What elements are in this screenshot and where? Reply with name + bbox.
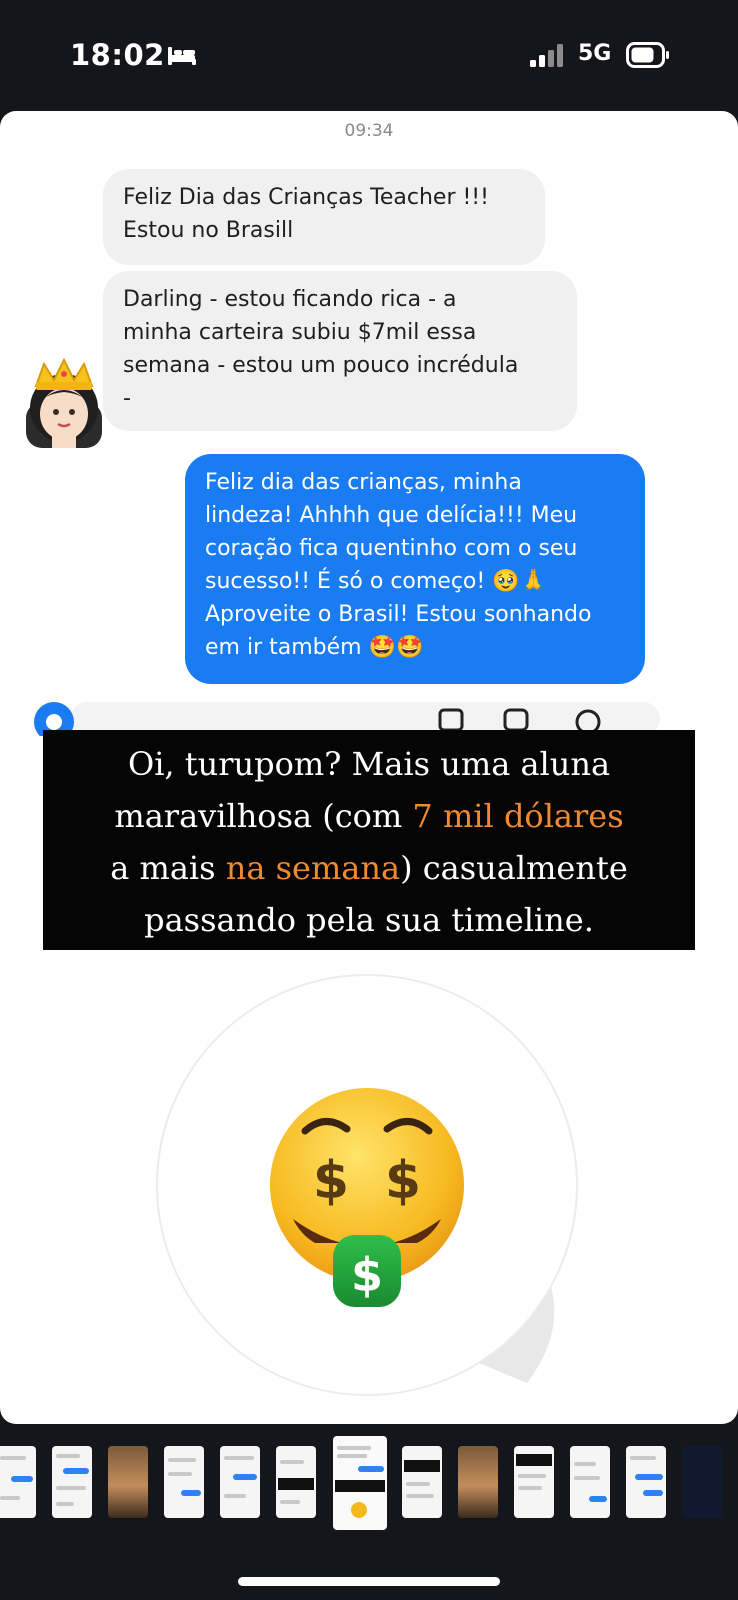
story-thumbnail[interactable] [514,1446,554,1518]
story-caption: Oi, turupom? Mais uma aluna maravilhosa … [43,730,695,950]
story-thumbnail[interactable] [402,1446,442,1518]
story-thumbnail[interactable] [0,1446,36,1518]
svg-text:$: $ [313,1151,349,1211]
story-thumbnail[interactable] [458,1446,498,1518]
caption-highlight: 7 mil dólares [412,797,624,835]
story-thumbnail[interactable] [682,1446,722,1518]
emoji-group-icon: 🥹🙏 [492,569,547,594]
story-thumbnail[interactable] [164,1446,204,1518]
status-time: 18:02 [70,38,165,72]
outgoing-message: Feliz dia das crianças, minha lindeza! A… [185,454,645,684]
story-thumbnail[interactable] [108,1446,148,1518]
status-bar: 18:02 5G [0,0,738,110]
story-card[interactable]: 09:34 Feliz Dia das Crianças Teacher !!!… [0,111,738,1424]
story-thumbnail-active[interactable] [333,1436,387,1530]
princess-emoji-icon [26,357,102,448]
money-mouth-face-icon: $ $ $ [156,974,578,1396]
home-indicator[interactable] [238,1577,500,1586]
story-thumbnail[interactable] [52,1446,92,1518]
network-type: 5G [578,41,612,66]
story-thumbnail[interactable] [276,1446,316,1518]
incoming-message: Feliz Dia das Crianças Teacher !!! Estou… [103,169,545,265]
chat-timestamp: 09:34 [344,121,394,141]
caption-text: a mais [110,849,216,887]
signal-icon [530,44,563,67]
story-thumbnail[interactable] [570,1446,610,1518]
svg-text:$: $ [351,1248,383,1302]
story-thumbnail[interactable] [220,1446,260,1518]
battery-icon [626,42,669,68]
bed-icon [168,47,196,65]
svg-text:$: $ [385,1151,421,1211]
star-struck-emoji-icon: 🤩🤩 [368,635,424,660]
story-thumbnail-strip[interactable] [0,1436,738,1534]
incoming-message: Darling - estou ficando rica - a minha c… [103,271,577,431]
caption-highlight: na semana [225,849,401,887]
story-thumbnail[interactable] [626,1446,666,1518]
